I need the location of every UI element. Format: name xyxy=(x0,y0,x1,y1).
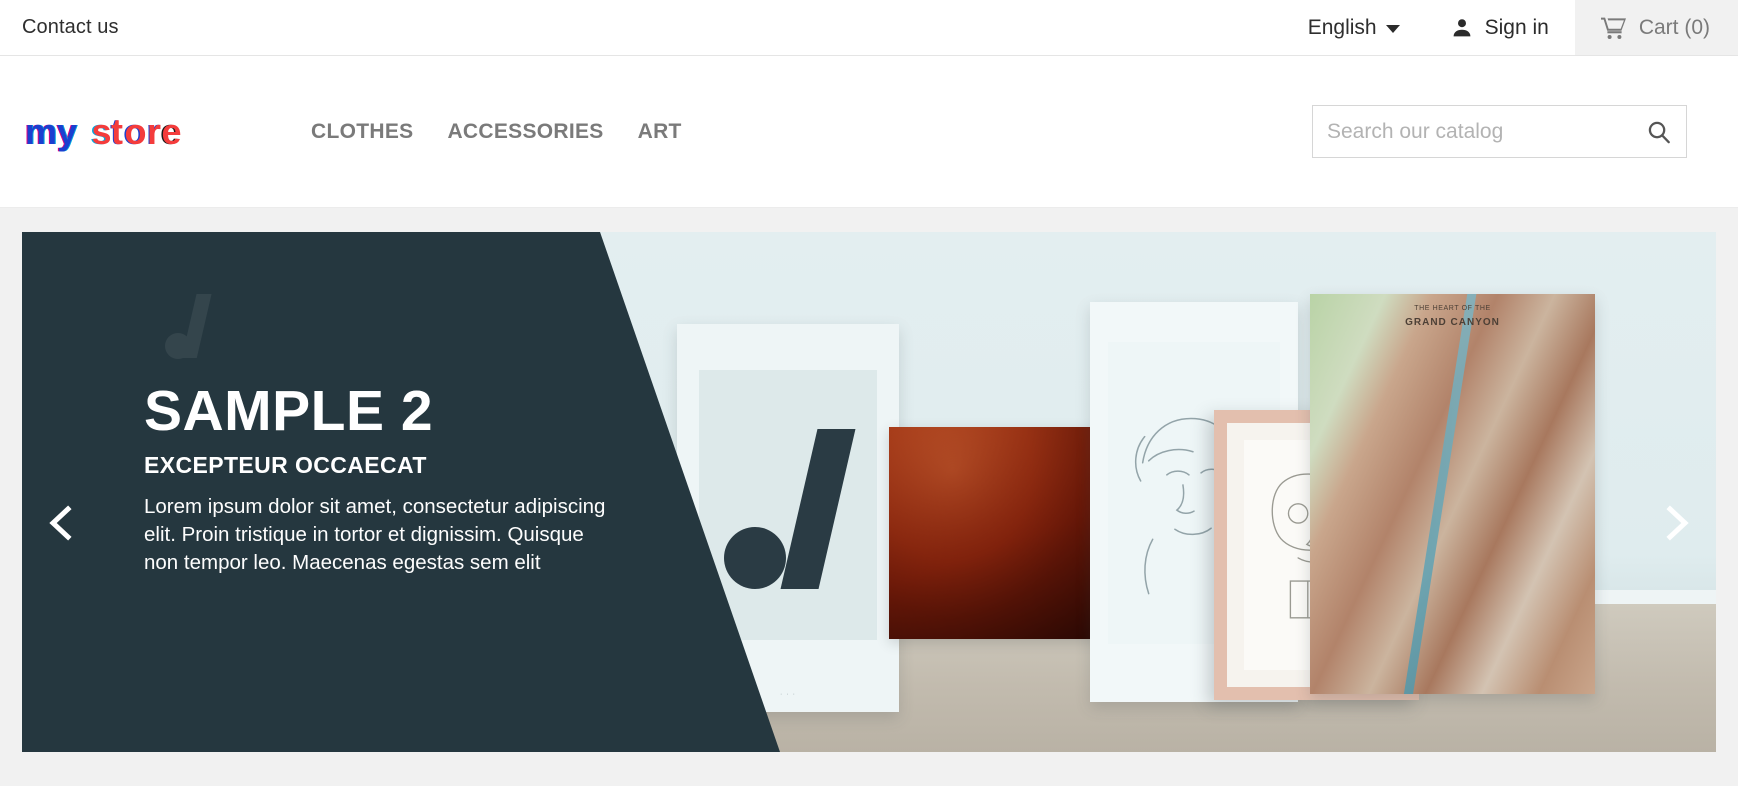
svg-text:s: s xyxy=(92,111,112,152)
search-box[interactable] xyxy=(1312,105,1687,158)
carousel-next-button[interactable] xyxy=(1653,500,1699,546)
top-bar: Contact us English Sign in Cart (0) xyxy=(0,0,1738,56)
map-poster-subtitle: GRAND CANYON xyxy=(1405,316,1500,328)
poster-canyon-photo xyxy=(889,427,1101,639)
svg-text:e: e xyxy=(162,111,182,152)
cart-label: Cart (0) xyxy=(1638,15,1710,39)
watermark-logo-icon xyxy=(164,292,226,362)
map-poster-title: THE HEART OF THE xyxy=(1414,305,1491,312)
slide-title: SAMPLE 2 xyxy=(144,379,434,443)
cart-button[interactable]: Cart (0) xyxy=(1574,0,1738,55)
chevron-right-icon xyxy=(1653,505,1699,550)
search-input[interactable] xyxy=(1313,106,1686,157)
svg-text:my: my xyxy=(25,111,77,152)
contact-us-link[interactable]: Contact us xyxy=(22,16,119,39)
top-bar-right: English Sign in Cart (0) xyxy=(1290,0,1738,55)
site-header: my my my s s t t o o r r e e CLOTHES ACC… xyxy=(0,56,1738,208)
store-logo[interactable]: my my my s s t t o o r r e e xyxy=(22,106,192,158)
slide-caption: SAMPLE 2 EXCEPTEUR OCCAECAT Lorem ipsum … xyxy=(144,379,614,577)
svg-text:r: r xyxy=(147,111,161,152)
language-selector[interactable]: English xyxy=(1290,0,1424,55)
user-icon xyxy=(1450,16,1474,40)
top-bar-left: Contact us xyxy=(0,0,119,55)
menu-item-art[interactable]: ART xyxy=(638,120,682,144)
svg-text:t: t xyxy=(111,111,123,152)
menu-item-accessories[interactable]: ACCESSORIES xyxy=(447,120,603,144)
poster-grand-canyon-map: THE HEART OF THE GRAND CANYON xyxy=(1310,294,1595,694)
carousel-prev-button[interactable] xyxy=(39,500,85,546)
shopping-cart-icon xyxy=(1600,16,1627,40)
carousel: · · · THE HEART OF THE GRAND CANYON SAMP… xyxy=(22,232,1716,752)
language-label: English xyxy=(1307,15,1377,39)
search-icon xyxy=(1646,121,1672,148)
slide-description: Lorem ipsum dolor sit amet, consectetur … xyxy=(144,494,606,574)
chevron-left-icon xyxy=(39,505,85,550)
sign-in-link[interactable]: Sign in xyxy=(1424,0,1575,55)
menu-item-clothes[interactable]: CLOTHES xyxy=(311,120,413,144)
search-submit-button[interactable] xyxy=(1642,115,1676,149)
slide-subtitle: EXCEPTEUR OCCAECAT xyxy=(144,451,427,478)
svg-text:o: o xyxy=(125,111,147,152)
main-menu: CLOTHES ACCESSORIES ART xyxy=(311,120,682,144)
chevron-down-icon xyxy=(1385,25,1400,33)
slider-section: · · · THE HEART OF THE GRAND CANYON SAMP… xyxy=(0,208,1738,786)
sign-in-label: Sign in xyxy=(1484,15,1549,39)
